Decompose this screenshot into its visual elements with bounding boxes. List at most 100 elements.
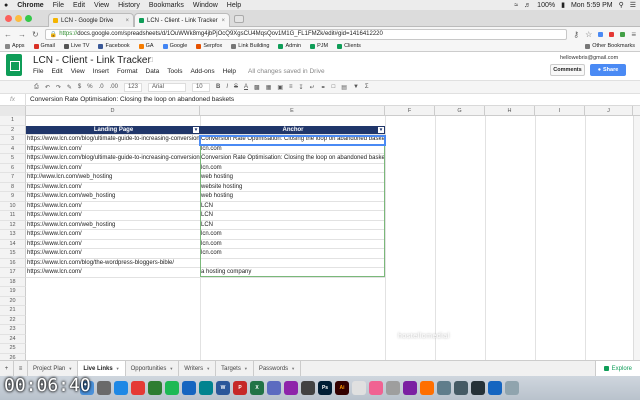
row-header[interactable]: 6 — [0, 163, 26, 173]
anchor-cell[interactable]: LCN — [200, 202, 385, 211]
fill-color-icon[interactable]: ▩ — [254, 84, 260, 91]
row-header[interactable]: 23 — [0, 325, 26, 335]
chevron-down-icon[interactable]: ▼ — [169, 366, 173, 371]
app-icon[interactable] — [454, 381, 468, 395]
decimal-increase-icon[interactable]: .00 — [110, 84, 118, 90]
forward-arrow-icon[interactable]: → — [18, 30, 26, 39]
anchor-cell[interactable]: web hosting — [200, 192, 385, 202]
app-icon[interactable] — [403, 381, 417, 395]
select-all-corner[interactable] — [0, 106, 26, 116]
battery-icon[interactable]: ▮ — [561, 1, 565, 9]
new-tab-button[interactable] — [234, 15, 244, 23]
menubar-item-chrome[interactable]: Chrome — [17, 2, 43, 9]
anchor-cell[interactable]: Conversion Rate Optimisation: Closing th… — [200, 135, 385, 145]
menubar-clock[interactable]: Mon 5:59 PM — [571, 2, 613, 9]
volume-icon[interactable]: ♬ — [524, 2, 531, 9]
row-header[interactable]: 25 — [0, 344, 26, 354]
app-icon[interactable] — [386, 381, 400, 395]
anchor-cell[interactable]: a hosting company — [200, 268, 385, 278]
address-bar[interactable]: 🔒 https:// docs.google.com/spreadsheets/… — [44, 28, 568, 40]
trash-icon[interactable] — [505, 381, 519, 395]
bookmark-ga[interactable]: GA — [138, 43, 154, 49]
column-header-j[interactable]: J — [585, 106, 633, 116]
anchor-cell[interactable]: lcn.com — [200, 164, 385, 173]
comment-icon[interactable]: □ — [332, 84, 336, 90]
chevron-down-icon[interactable]: ▼ — [244, 366, 248, 371]
landing-page-cell[interactable]: https://www.lcn.com/blog/ultimate-guide-… — [26, 135, 200, 145]
spotlight-icon[interactable]: ⚲ — [619, 1, 624, 9]
paint-format-icon[interactable]: ✎ — [67, 84, 72, 91]
link-icon[interactable]: ⚭ — [321, 84, 326, 91]
menu-help[interactable]: Help — [223, 68, 236, 75]
landing-page-cell[interactable]: https://www.lcn.com/ — [26, 183, 200, 192]
percent-icon[interactable]: % — [87, 84, 92, 90]
functions-icon[interactable]: Σ — [365, 84, 369, 90]
minimize-window-icon[interactable] — [15, 15, 22, 22]
header-cell-anchor[interactable]: Anchor ▾ — [200, 125, 385, 135]
chart-icon[interactable]: ▤ — [341, 84, 347, 91]
anchor-cell[interactable]: lcn.com — [200, 240, 385, 249]
menu-file[interactable]: File — [33, 68, 43, 75]
anchor-cell[interactable]: lcn.com — [200, 249, 385, 259]
close-tab-icon[interactable]: × — [221, 18, 225, 24]
menubar-item-window[interactable]: Window — [193, 2, 218, 9]
column-header-h[interactable]: H — [485, 106, 535, 116]
landing-page-cell[interactable]: https://www.lcn.com/ — [26, 240, 200, 249]
menu-edit[interactable]: Edit — [51, 68, 62, 75]
bookmark-gmail[interactable]: Gmail — [33, 43, 55, 49]
anchor-cell[interactable]: lcn.com — [200, 230, 385, 240]
reload-icon[interactable]: ↻ — [32, 30, 39, 39]
menu-tools[interactable]: Tools — [167, 68, 182, 75]
decimal-decrease-icon[interactable]: .0 — [99, 84, 104, 90]
chevron-down-icon[interactable]: ▼ — [291, 366, 295, 371]
filter-dropdown-icon[interactable]: ▾ — [193, 126, 199, 133]
sheets-logo-icon[interactable] — [6, 54, 22, 76]
bookmark-serpfox[interactable]: Serpfox — [196, 43, 222, 49]
menubar-item-history[interactable]: History — [118, 2, 140, 9]
row-header[interactable]: 8 — [0, 182, 26, 192]
bookmark-google[interactable]: Google — [162, 43, 187, 49]
row-header[interactable]: 12 — [0, 220, 26, 230]
menu-add-ons[interactable]: Add-ons — [190, 68, 214, 75]
app-icon[interactable] — [471, 381, 485, 395]
anchor-cell[interactable]: web hosting — [200, 173, 385, 183]
column-header-d[interactable]: D — [26, 106, 200, 116]
row-header[interactable]: 10 — [0, 201, 26, 211]
bookmark-facebook[interactable]: Facebook — [98, 43, 130, 49]
row-header[interactable]: 4 — [0, 144, 26, 154]
row-header[interactable]: 19 — [0, 287, 26, 297]
row-header[interactable]: 21 — [0, 306, 26, 316]
borders-icon[interactable]: ▦ — [266, 84, 272, 91]
comments-button[interactable]: Comments — [550, 64, 585, 76]
star-icon[interactable]: ☆ — [137, 55, 144, 64]
document-title[interactable]: LCN - Client - Link Tracker — [33, 55, 151, 66]
landing-page-cell[interactable]: http://www.lcn.com/web_hosting — [26, 173, 200, 183]
share-button[interactable]: ● Share — [590, 64, 626, 76]
italic-icon[interactable]: I — [226, 84, 228, 90]
menubar-item-bookmarks[interactable]: Bookmarks — [149, 2, 184, 9]
close-tab-icon[interactable]: × — [125, 18, 129, 24]
app-icon[interactable] — [488, 381, 502, 395]
menu-data[interactable]: Data — [146, 68, 160, 75]
wifi-icon[interactable]: ≈ — [514, 2, 518, 9]
bookmark-pjm[interactable]: PJM — [310, 43, 328, 49]
launchpad-icon[interactable] — [97, 381, 111, 395]
illustrator-icon[interactable]: Ai — [335, 381, 349, 395]
bookmark-clients[interactable]: Clients — [337, 43, 361, 49]
chevron-down-icon[interactable]: ▼ — [68, 366, 72, 371]
row-header[interactable]: 18 — [0, 277, 26, 287]
anchor-cell[interactable]: Conversion Rate Optimisation: Closing th… — [200, 154, 385, 164]
bookmark-live-tv[interactable]: Live TV — [63, 43, 89, 49]
app-icon[interactable] — [352, 381, 366, 395]
row-header[interactable]: 14 — [0, 239, 26, 249]
font-dropdown[interactable]: Arial — [147, 82, 186, 92]
chrome-icon[interactable] — [131, 381, 145, 395]
font-size-dropdown[interactable]: 10 — [191, 82, 210, 92]
messages-icon[interactable] — [148, 381, 162, 395]
menubar-item-edit[interactable]: Edit — [73, 2, 85, 9]
header-cell-landing-page[interactable]: Landing Page ▾ — [26, 125, 200, 135]
text-color-icon[interactable]: A — [244, 84, 248, 90]
landing-page-cell[interactable]: https://www.lcn.com/ — [26, 202, 200, 211]
menu-insert[interactable]: Insert — [93, 68, 109, 75]
undo-icon[interactable]: ↶ — [45, 84, 50, 91]
